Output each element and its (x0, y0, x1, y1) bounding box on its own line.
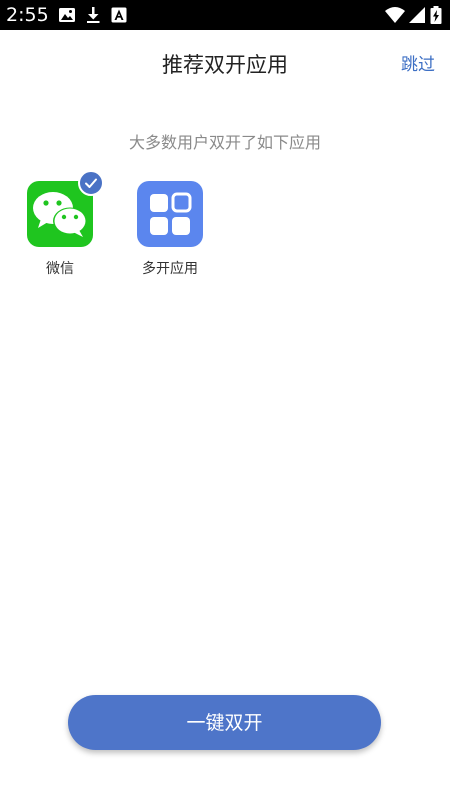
image-icon (59, 8, 75, 22)
signal-icon (409, 7, 425, 23)
skip-button[interactable]: 跳过 (401, 52, 435, 78)
screen: 2:55 推荐双开应用 跳过 大多数用户双开了如下应用 微信 多开应用 一键双开 (0, 0, 450, 800)
one-click-dual-open-button[interactable]: 一键双开 (68, 695, 381, 750)
status-bar: 2:55 (0, 0, 450, 30)
wifi-icon (385, 7, 405, 23)
app-item-wechat[interactable]: 微信 (15, 170, 105, 279)
subtitle: 大多数用户双开了如下应用 (128, 133, 321, 152)
font-icon (111, 7, 127, 23)
wechat-icon (27, 170, 104, 247)
app-label: 微信 (46, 261, 74, 277)
status-time: 2:55 (6, 4, 49, 26)
multi-app-icon (137, 181, 203, 247)
battery-icon (430, 6, 442, 24)
selected-check-icon (78, 170, 104, 196)
app-label: 多开应用 (142, 261, 198, 277)
page-title: 推荐双开应用 (162, 53, 288, 77)
download-icon (87, 7, 100, 23)
app-item-multi-open[interactable]: 多开应用 (125, 181, 215, 279)
